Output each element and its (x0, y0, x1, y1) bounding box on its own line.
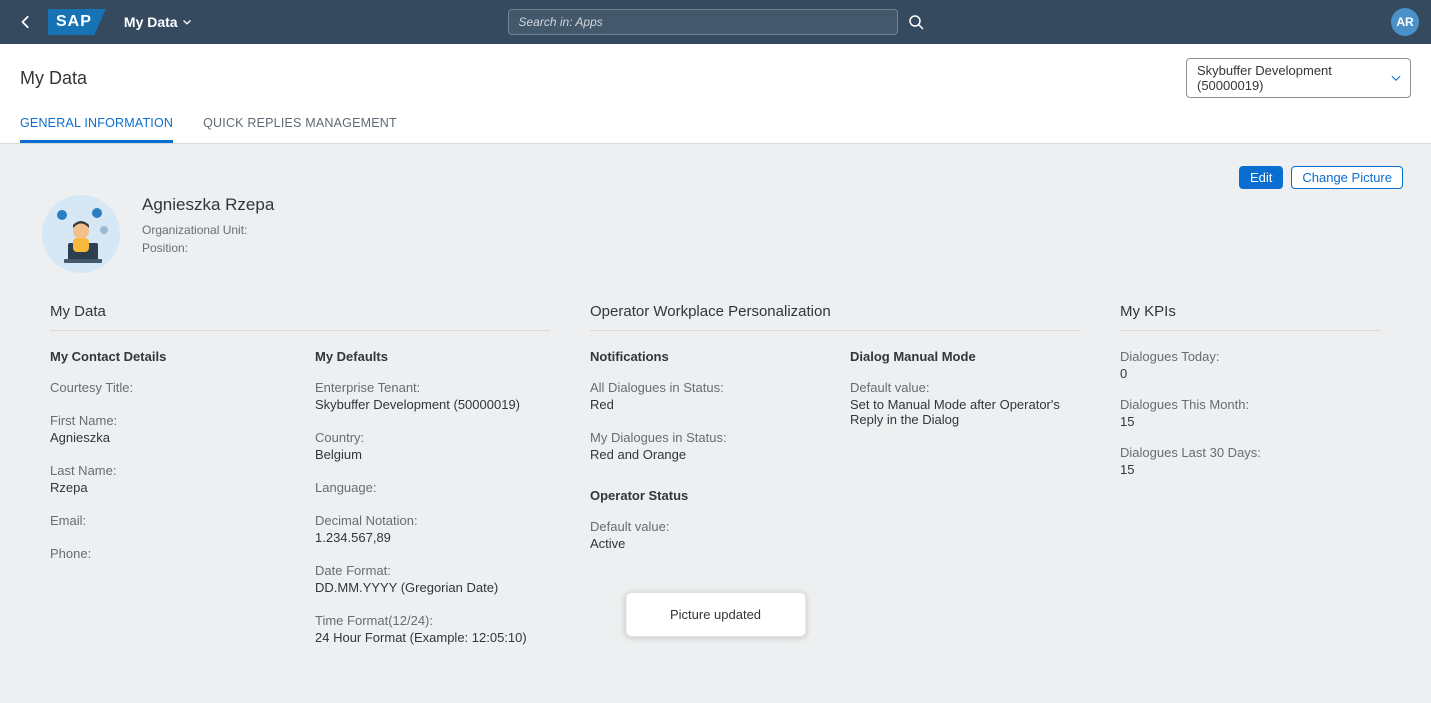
search-icon[interactable] (908, 14, 924, 30)
action-bar: Edit Change Picture (28, 166, 1403, 189)
field-my-dialogues-status: My Dialogues in Status: Red and Orange (590, 430, 820, 462)
field-courtesy-title: Courtesy Title: (50, 380, 285, 395)
field-date-format: Date Format: DD.MM.YYYY (Gregorian Date) (315, 563, 550, 595)
section-title-my-data: My Data (50, 303, 550, 331)
field-first-name: First Name: Agnieszka (50, 413, 285, 445)
field-all-dialogues-status: All Dialogues in Status: Red (590, 380, 820, 412)
avatar (42, 195, 120, 273)
search-region (508, 9, 924, 35)
page-title: My Data (20, 68, 87, 89)
user-avatar[interactable]: AR (1391, 8, 1419, 36)
field-last-name: Last Name: Rzepa (50, 463, 285, 495)
edit-button[interactable]: Edit (1239, 166, 1283, 189)
tab-quick-replies-management[interactable]: QUICK REPLIES MANAGEMENT (203, 116, 397, 143)
back-button[interactable] (12, 8, 40, 36)
tenant-select[interactable]: Skybuffer Development (50000019) (1186, 58, 1411, 98)
field-dialog-manual-default: Default value: Set to Manual Mode after … (850, 380, 1080, 427)
group-heading-dialog-manual-mode: Dialog Manual Mode (850, 349, 1080, 364)
group-contact-details: My Contact Details Courtesy Title: First… (50, 349, 285, 663)
chevron-down-icon (182, 17, 192, 27)
change-picture-button[interactable]: Change Picture (1291, 166, 1403, 189)
person-at-laptop-icon (42, 195, 120, 273)
kpi-dialogues-this-month: Dialogues This Month: 15 (1120, 397, 1381, 429)
subheader: My Data Skybuffer Development (50000019)… (0, 44, 1431, 144)
tab-bar: GENERAL INFORMATION QUICK REPLIES MANAGE… (20, 116, 1411, 143)
field-country: Country: Belgium (315, 430, 550, 462)
sap-logo: SAP (48, 9, 106, 35)
section-my-data: My Data My Contact Details Courtesy Titl… (50, 303, 550, 663)
toast-message: Picture updated (625, 592, 806, 637)
shell-header: SAP My Data AR (0, 0, 1431, 44)
profile-header: Agnieszka Rzepa Organizational Unit: Pos… (28, 195, 1403, 273)
group-heading-notifications: Notifications (590, 349, 820, 364)
field-operator-status-default: Default value: Active (590, 519, 820, 551)
chevron-left-icon (19, 15, 33, 29)
app-title-dropdown[interactable]: My Data (124, 14, 192, 30)
field-language: Language: (315, 480, 550, 495)
profile-full-name: Agnieszka Rzepa (142, 195, 274, 215)
profile-position: Position: (142, 239, 274, 257)
tab-general-information[interactable]: GENERAL INFORMATION (20, 116, 173, 143)
search-input[interactable] (508, 9, 898, 35)
field-time-format: Time Format(12/24): 24 Hour Format (Exam… (315, 613, 550, 645)
profile-org-unit: Organizational Unit: (142, 221, 274, 239)
group-heading-contact: My Contact Details (50, 349, 285, 364)
chevron-down-icon (1390, 72, 1402, 84)
field-decimal-notation: Decimal Notation: 1.234.567,89 (315, 513, 550, 545)
kpi-dialogues-today: Dialogues Today: 0 (1120, 349, 1381, 381)
section-my-kpis: My KPIs Dialogues Today: 0 Dialogues Thi… (1120, 303, 1381, 663)
group-my-defaults: My Defaults Enterprise Tenant: Skybuffer… (315, 349, 550, 663)
field-enterprise-tenant: Enterprise Tenant: Skybuffer Development… (315, 380, 550, 412)
section-title-kpi: My KPIs (1120, 303, 1381, 331)
tenant-select-value: Skybuffer Development (50000019) (1197, 63, 1382, 93)
group-heading-operator-status: Operator Status (590, 488, 820, 503)
kpi-dialogues-last-30-days: Dialogues Last 30 Days: 15 (1120, 445, 1381, 477)
group-heading-defaults: My Defaults (315, 349, 550, 364)
app-title-text: My Data (124, 14, 178, 30)
field-email: Email: (50, 513, 285, 528)
field-phone: Phone: (50, 546, 285, 561)
section-title-personalization: Operator Workplace Personalization (590, 303, 1080, 331)
